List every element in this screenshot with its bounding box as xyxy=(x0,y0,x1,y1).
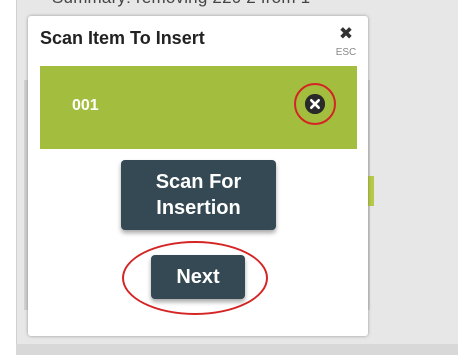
screen: Summary: removing 220 2 from 1 Scan Item… xyxy=(0,0,474,355)
background-green-edge xyxy=(368,176,374,206)
scan-for-insertion-button[interactable]: Scan For Insertion xyxy=(121,160,276,230)
close-icon[interactable]: ✖ xyxy=(328,24,364,44)
background-summary-text: Summary: removing 220 2 from 1 xyxy=(52,0,310,8)
next-button[interactable]: Next xyxy=(151,255,245,299)
close-button[interactable]: ✖ ESC xyxy=(328,24,364,64)
background-left-margin xyxy=(0,0,16,355)
scanned-item-row: 001 xyxy=(40,66,357,149)
scan-item-dialog: Scan Item To Insert ✖ ESC 001 Scan For I… xyxy=(28,16,368,336)
background-bottom-bar xyxy=(16,344,458,355)
dialog-title: Scan Item To Insert xyxy=(40,28,205,48)
scan-button-label: Scan For Insertion xyxy=(155,171,242,219)
item-label: 001 xyxy=(72,97,99,114)
remove-circle-x-icon[interactable] xyxy=(305,94,325,114)
esc-hint: ESC xyxy=(335,47,357,58)
next-button-label: Next xyxy=(176,265,220,288)
background-right-margin xyxy=(458,0,474,355)
